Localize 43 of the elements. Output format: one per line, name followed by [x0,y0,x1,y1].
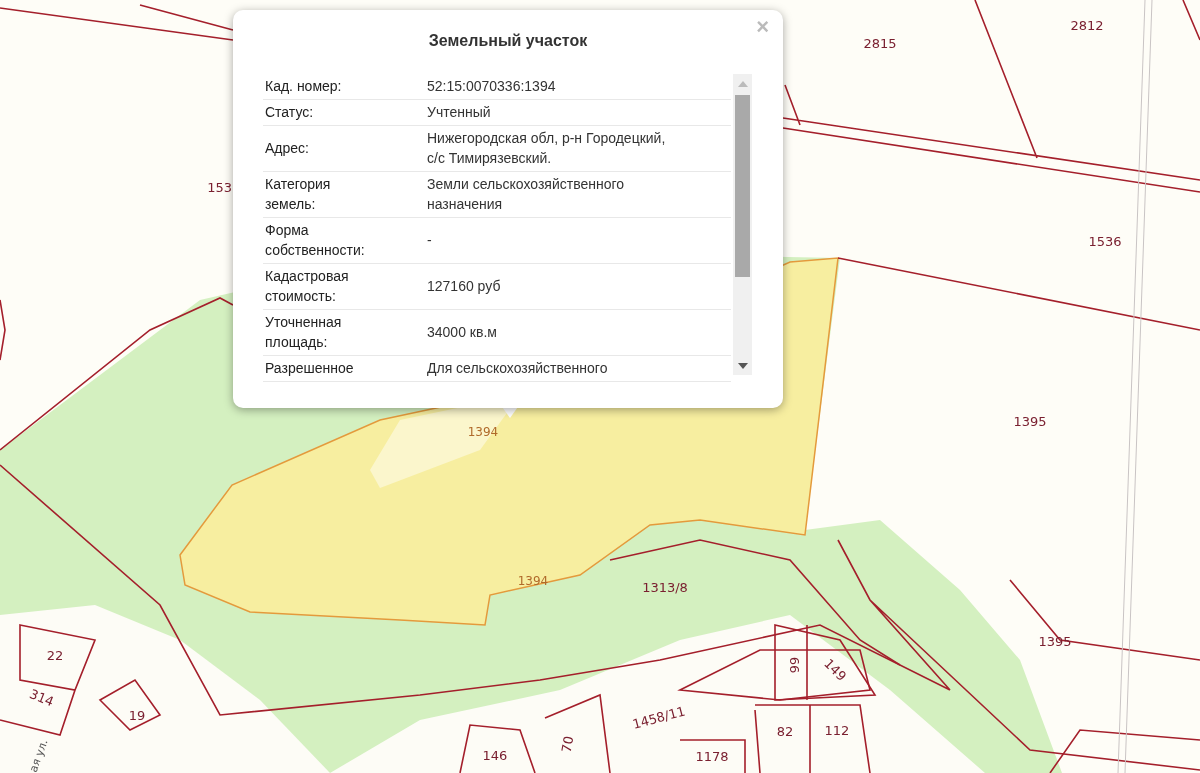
parcel-number: 19 [128,708,146,723]
field-label: Форма собственности: [265,221,366,260]
parcel-number: 146 [482,748,508,763]
scrollbar-thumb[interactable] [735,95,750,277]
field-value: 127160 руб [427,277,502,296]
parcel-number: 2812 [1070,18,1104,33]
field-label: Адрес: [265,139,310,158]
field-value: 52:15:0070336:1394 [427,77,557,96]
popup-title: Земельный участок [427,32,589,50]
field-label: Статус: [265,103,315,122]
field-value: Нижегородская обл, р-н Городецкий, с/с Тимирязевский. [427,129,667,168]
field-value: Учтенный [427,103,492,122]
parcel-number: 70 [558,734,577,754]
parcel-number: 314 [27,686,56,710]
field-label: Уточненная площадь: [265,313,343,352]
field-value: 34000 кв.м [427,323,498,342]
field-value: - [427,231,433,250]
field-label: Категория земель: [265,175,332,214]
field-label: Разрешенное [265,359,355,378]
field-value: Земли сельскохозяйственного назначения [427,175,626,214]
parcel-number: 112 [824,723,850,738]
parcel-number: 1313/8 [642,580,688,595]
parcel-number: 149 [821,655,850,684]
parcel-number: 1395 [1038,634,1072,649]
parcel-number: 1536 [1088,234,1122,249]
close-button[interactable]: × [752,16,773,38]
parcel-number: 1395 [1013,414,1047,429]
parcel-number: 66 [787,656,802,674]
scroll-up-icon[interactable] [738,81,748,87]
parcel-number: 1458/11 [630,703,687,732]
field-label: Кад. номер: [265,77,343,96]
field-label: Кадастровая стоимость: [265,267,350,306]
parcel-number: 1178 [695,749,729,764]
street-name: ая ул. [26,737,51,773]
scrollbar[interactable] [733,74,752,375]
parcel-number: 1394 [467,425,499,439]
parcel-number: 22 [46,648,64,663]
scroll-down-icon[interactable] [738,363,748,369]
parcel-number: 153 [207,180,232,195]
field-value: Для сельскохозяйственного [427,359,609,378]
parcel-number: 82 [776,724,794,739]
parcel-number: 2815 [863,36,897,51]
parcel-number: 1394 [517,574,549,588]
